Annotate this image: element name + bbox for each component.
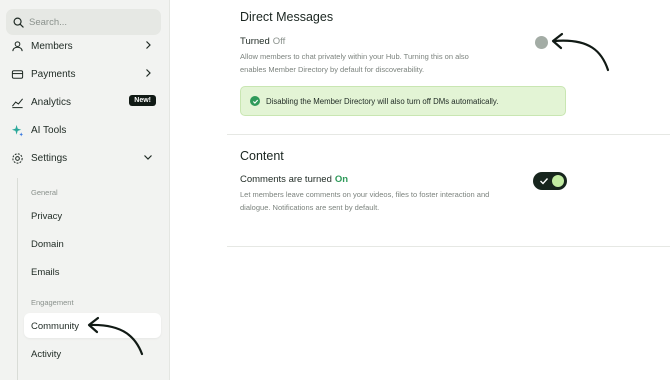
sidebar-item-payments[interactable]: Payments xyxy=(0,63,169,85)
check-circle-icon xyxy=(250,96,260,106)
ai-sparkle-icon xyxy=(11,124,24,137)
sidebar-item-privacy[interactable]: Privacy xyxy=(31,211,62,222)
sidebar-item-label: AI Tools xyxy=(31,124,67,136)
dm-description: Allow members to chat privately within y… xyxy=(240,52,469,74)
sidebar-item-label: Members xyxy=(31,40,73,52)
comments-description: Let members leave comments on your video… xyxy=(240,190,490,212)
sidebar-item-analytics[interactable]: Analytics New! xyxy=(0,91,169,113)
search-icon xyxy=(13,17,24,28)
sidebar-item-members[interactable]: Members xyxy=(0,35,169,57)
dm-toggle-label: Turned Off xyxy=(240,36,285,47)
gear-icon xyxy=(11,152,24,165)
direct-messages-title: Direct Messages xyxy=(240,10,334,24)
check-icon xyxy=(540,178,549,185)
sidebar-item-settings[interactable]: Settings xyxy=(0,147,169,169)
dm-toggle-state: Off xyxy=(272,36,286,47)
sidebar: Search... Members Payments Analytics New… xyxy=(0,0,170,380)
members-icon xyxy=(11,40,24,53)
new-badge: New! xyxy=(129,95,156,106)
search-input[interactable]: Search... xyxy=(6,9,161,35)
sidebar-item-label: Payments xyxy=(31,68,76,80)
dm-toggle-text: Turned xyxy=(240,36,270,47)
payments-icon xyxy=(11,68,24,81)
section-label-general: General xyxy=(31,188,58,197)
comments-toggle[interactable] xyxy=(533,172,567,190)
sidebar-item-label: Settings xyxy=(31,152,68,164)
section-divider xyxy=(227,246,670,247)
search-placeholder: Search... xyxy=(29,16,68,28)
content-title: Content xyxy=(240,149,284,163)
main-content: Direct Messages Turned Off Allow members … xyxy=(170,0,670,380)
toggle-knob xyxy=(552,175,564,187)
sidebar-item-domain[interactable]: Domain xyxy=(31,239,64,250)
notice-text: Disabling the Member Directory will also… xyxy=(266,96,499,106)
comments-toggle-label: Comments are turned On xyxy=(240,174,348,185)
comments-toggle-state: On xyxy=(334,174,349,185)
chevron-right-icon xyxy=(146,69,151,77)
chevron-down-icon xyxy=(144,155,152,160)
comments-toggle-text: Comments are turned xyxy=(240,174,332,185)
sidebar-item-activity[interactable]: Activity xyxy=(31,349,61,360)
chevron-right-icon xyxy=(146,41,151,49)
sidebar-item-community[interactable]: Community xyxy=(31,321,79,332)
sidebar-item-label: Analytics xyxy=(31,96,72,108)
dm-toggle[interactable] xyxy=(535,36,548,49)
sidebar-item-ai-tools[interactable]: AI Tools xyxy=(0,119,169,141)
annotation-arrow-dm-toggle xyxy=(551,32,610,72)
sidebar-item-emails[interactable]: Emails xyxy=(31,267,60,278)
section-label-engagement: Engagement xyxy=(31,298,74,307)
subnav-divider xyxy=(17,178,18,380)
dm-notice-banner: Disabling the Member Directory will also… xyxy=(240,86,566,116)
analytics-icon xyxy=(11,96,24,109)
section-divider xyxy=(227,134,670,135)
